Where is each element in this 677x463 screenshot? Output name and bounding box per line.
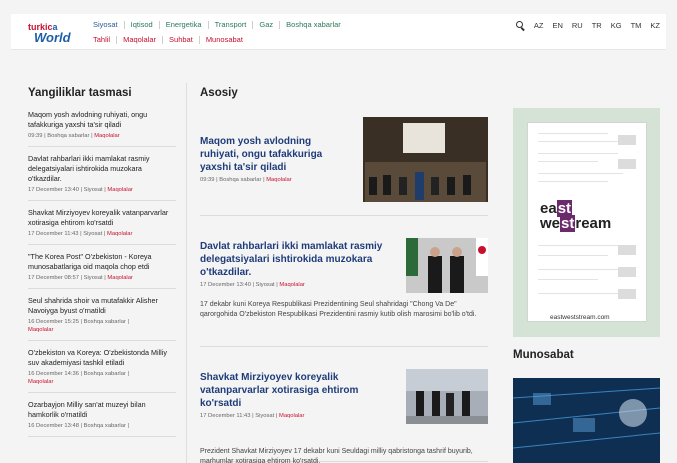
nav-item[interactable]: Siyosat (93, 21, 124, 29)
search-icon[interactable] (515, 21, 525, 30)
nav-item[interactable]: Tahlil (93, 36, 116, 44)
list-item: O'zbekiston va Koreya: O'zbekistonda Mil… (28, 348, 176, 393)
nav-item[interactable]: Maqolalar (116, 36, 162, 44)
language-switcher: AZ EN RU TR KG TM KZ (515, 21, 660, 30)
news-meta: 16 December 15:25 | Boshqa xabarlar | Ma… (28, 319, 129, 333)
article-lead: Prezident Shavkat Mirziyoyev 17 dekabr k… (200, 448, 473, 463)
article-meta: 17 December 11:43 | Siyosat | Maqolalar (200, 413, 305, 419)
news-title[interactable]: "The Korea Post" O'zbekiston - Koreya mu… (28, 252, 176, 272)
news-title[interactable]: Seul shahrida shoir va mutafakkir Alishe… (28, 296, 176, 316)
lang-link[interactable]: KZ (650, 21, 660, 30)
secondary-nav: Tahlil Maqolalar Suhbat Munosabat (93, 36, 249, 44)
news-feed: Yangiliklar tasmasi Maqom yosh avlodning… (28, 87, 176, 444)
list-item: Maqom yosh avlodning ruhiyati, ongu tafa… (28, 110, 176, 147)
munosabat-image[interactable] (512, 378, 661, 463)
lang-link[interactable]: TM (631, 21, 642, 30)
main-column: Asosiy Maqom yosh avlodning ruhiyati, on… (200, 87, 488, 463)
munosabat-title: Munosabat (513, 349, 574, 361)
article-meta: 09:39 | Boshqa xabarlar | Maqolalar (200, 177, 292, 183)
site-logo[interactable]: turkica World (28, 22, 71, 45)
article-lead: 17 dekabr kuni Koreya Respublikasi Prezi… (200, 301, 477, 318)
advertisement[interactable]: east westream eastweststream.com (513, 108, 660, 337)
article-meta: 17 December 13:40 | Siyosat | Maqolalar (200, 282, 305, 288)
news-title[interactable]: Shavkat Mirziyoyev koreyalik vatanparvar… (28, 208, 176, 228)
lang-link[interactable]: KG (611, 21, 622, 30)
news-meta: 16 December 13:48 | Boshqa xabarlar | (28, 423, 129, 429)
article-title[interactable]: Maqom yosh avlodning ruhiyati, ongu tafa… (200, 135, 350, 174)
article-image[interactable] (406, 238, 488, 293)
nav-item[interactable]: Iqtisod (123, 21, 159, 29)
nav-item[interactable]: Boshqa xabarlar (279, 21, 347, 29)
ad-banner[interactable]: east westream eastweststream.com (527, 122, 647, 322)
news-title[interactable]: Ozarbayjon Milliy san'at muzeyi bilan ha… (28, 400, 176, 420)
nav-item[interactable]: Gaz (252, 21, 279, 29)
nav-item[interactable]: Transport (207, 21, 253, 29)
article-card: Maqom yosh avlodning ruhiyati, ongu tafa… (200, 117, 488, 216)
nav-item[interactable]: Munosabat (198, 36, 249, 44)
lang-link[interactable]: EN (552, 21, 562, 30)
ad-logo: east westream (540, 200, 612, 232)
news-title[interactable]: O'zbekiston va Koreya: O'zbekistonda Mil… (28, 348, 176, 368)
list-item: Davlat rahbarlari ikki mamlakat rasmiy d… (28, 154, 176, 201)
news-title[interactable]: Maqom yosh avlodning ruhiyati, ongu tafa… (28, 110, 176, 130)
news-title[interactable]: Davlat rahbarlari ikki mamlakat rasmiy d… (28, 154, 176, 184)
article-card: Shavkat Mirziyoyev koreyalik vatanparvar… (200, 358, 488, 463)
lang-link[interactable]: RU (572, 21, 583, 30)
list-item: "The Korea Post" O'zbekiston - Koreya mu… (28, 252, 176, 289)
news-meta: 16 December 14:36 | Boshqa xabarlar | Ma… (28, 371, 129, 385)
nav-item[interactable]: Energetika (158, 21, 208, 29)
site-header: turkica World Siyosat Iqtisod Energetika… (11, 14, 666, 50)
news-meta: 17 December 08:57 | Siyosat | Maqolalar (28, 275, 133, 281)
main-nav: Siyosat Iqtisod Energetika Transport Gaz… (93, 21, 347, 29)
main-title: Asosiy (200, 87, 238, 99)
list-item: Shavkat Mirziyoyev koreyalik vatanparvar… (28, 208, 176, 245)
column-divider (186, 83, 187, 463)
lang-link[interactable]: TR (592, 21, 602, 30)
list-item: Ozarbayjon Milliy san'at muzeyi bilan ha… (28, 400, 176, 437)
article-title[interactable]: Davlat rahbarlari ikki mamlakat rasmiy d… (200, 240, 390, 279)
news-feed-title: Yangiliklar tasmasi (28, 87, 132, 99)
news-meta: 09:39 | Boshqa xabarlar | Maqolalar (28, 133, 120, 139)
article-title[interactable]: Shavkat Mirziyoyev koreyalik vatanparvar… (200, 371, 400, 410)
article-image[interactable] (363, 117, 488, 202)
news-meta: 17 December 13:40 | Siyosat | Maqolalar (28, 187, 133, 193)
lang-link[interactable]: AZ (534, 21, 544, 30)
news-meta: 17 December 11:43 | Siyosat | Maqolalar (28, 231, 133, 237)
ad-url: eastweststream.com (550, 314, 610, 321)
article-image[interactable] (406, 369, 488, 424)
nav-item[interactable]: Suhbat (162, 36, 199, 44)
article-card: Davlat rahbarlari ikki mamlakat rasmiy d… (200, 227, 488, 347)
list-item: Seul shahrida shoir va mutafakkir Alishe… (28, 296, 176, 341)
